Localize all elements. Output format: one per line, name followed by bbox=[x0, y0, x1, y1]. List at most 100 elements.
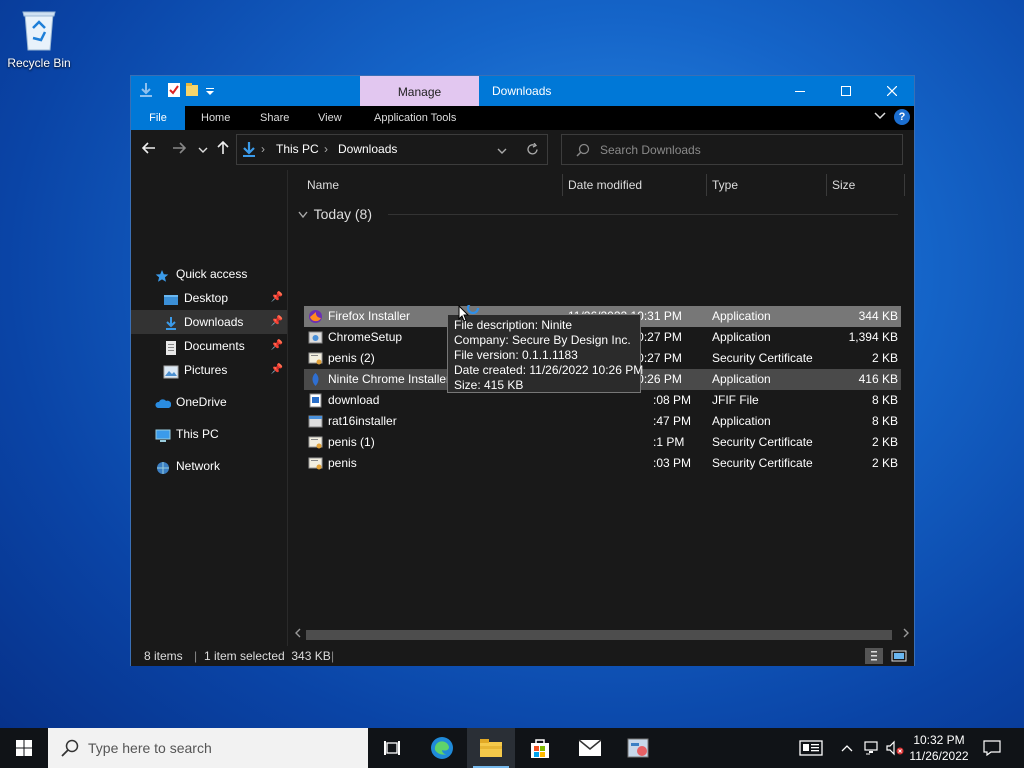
tab-home[interactable]: Home bbox=[189, 106, 242, 130]
nav-network[interactable]: Network bbox=[131, 454, 287, 478]
nav-documents[interactable]: Documents 📌 bbox=[131, 334, 287, 358]
help-button[interactable]: ? bbox=[894, 109, 910, 125]
address-dropdown-icon[interactable] bbox=[497, 145, 507, 159]
minimize-icon bbox=[795, 91, 805, 92]
nav-this-pc[interactable]: This PC bbox=[131, 422, 287, 446]
file-size: 8 KB bbox=[871, 414, 898, 428]
tab-share[interactable]: Share bbox=[248, 106, 301, 130]
column-header-date[interactable]: Date modified bbox=[568, 170, 642, 198]
taskbar-file-explorer[interactable] bbox=[467, 728, 515, 768]
status-bar: 8 items | 1 item selected 343 KB | bbox=[131, 646, 914, 666]
mail-envelope-icon bbox=[578, 739, 602, 756]
taskbar-edge[interactable] bbox=[418, 728, 466, 768]
file-type: Application bbox=[712, 372, 771, 386]
scrollbar-thumb[interactable] bbox=[306, 630, 892, 640]
tab-application-tools[interactable]: Application Tools bbox=[362, 106, 468, 130]
recent-locations-button[interactable] bbox=[193, 140, 213, 160]
search-input[interactable] bbox=[600, 141, 890, 159]
taskbar-store[interactable] bbox=[516, 728, 564, 768]
close-icon bbox=[887, 86, 897, 96]
taskbar-control-panel[interactable] bbox=[614, 728, 662, 768]
pin-icon: 📌 bbox=[270, 316, 283, 327]
nav-label: This PC bbox=[176, 427, 219, 441]
tooltip-company: Company: Secure By Design Inc. bbox=[454, 333, 631, 347]
breadcrumb-separator[interactable]: › bbox=[261, 135, 265, 164]
horizontal-scrollbar[interactable] bbox=[288, 626, 914, 644]
qat-dropdown-icon[interactable] bbox=[203, 82, 217, 98]
action-center-button[interactable] bbox=[978, 728, 1006, 768]
column-divider[interactable] bbox=[904, 174, 905, 196]
file-type: Application bbox=[712, 330, 771, 344]
up-button[interactable] bbox=[213, 140, 233, 160]
selection-info: 1 item selected 343 KB bbox=[204, 649, 331, 663]
task-view-button[interactable] bbox=[368, 728, 416, 768]
file-row-penis-1[interactable]: penis (1) :1 PM Security Certificate 2 K… bbox=[304, 432, 901, 453]
news-widget[interactable] bbox=[796, 728, 826, 768]
nav-quick-access[interactable]: Quick access bbox=[131, 262, 287, 286]
column-header-size[interactable]: Size bbox=[832, 170, 855, 198]
certificate-icon bbox=[308, 435, 323, 450]
file-size: 416 KB bbox=[858, 372, 898, 386]
file-name: rat16installer bbox=[328, 414, 397, 428]
documents-folder-icon bbox=[163, 339, 179, 355]
breadcrumb-downloads[interactable]: Downloads bbox=[338, 135, 397, 164]
properties-icon[interactable] bbox=[167, 82, 181, 98]
title-bar[interactable]: Manage Downloads bbox=[131, 76, 914, 106]
nav-downloads[interactable]: Downloads 📌 bbox=[131, 310, 287, 334]
address-bar[interactable]: › This PC › Downloads bbox=[236, 134, 548, 165]
column-divider[interactable] bbox=[826, 174, 827, 196]
taskbar-clock[interactable]: 10:32 PM 11/26/2022 bbox=[906, 732, 972, 764]
scroll-right-icon[interactable] bbox=[902, 628, 910, 641]
column-header-type[interactable]: Type bbox=[712, 170, 738, 198]
tab-file[interactable]: File bbox=[131, 106, 185, 130]
refresh-icon[interactable] bbox=[526, 142, 539, 159]
file-type: Application bbox=[712, 414, 771, 428]
tab-view[interactable]: View bbox=[306, 106, 354, 130]
volume-status[interactable] bbox=[884, 728, 906, 768]
scroll-left-icon[interactable] bbox=[294, 628, 302, 641]
close-button[interactable] bbox=[869, 76, 915, 106]
details-view-button[interactable] bbox=[865, 648, 883, 664]
expand-ribbon-icon[interactable] bbox=[874, 110, 886, 124]
breadcrumb-separator[interactable]: › bbox=[324, 135, 328, 164]
start-button[interactable] bbox=[0, 728, 48, 768]
column-header-name[interactable]: Name bbox=[307, 170, 339, 198]
file-size: 8 KB bbox=[871, 393, 898, 407]
network-status[interactable] bbox=[860, 728, 882, 768]
taskbar-mail[interactable] bbox=[566, 728, 614, 768]
new-folder-icon[interactable] bbox=[185, 82, 199, 98]
breadcrumb-this-pc[interactable]: This PC bbox=[276, 135, 319, 164]
nav-label: Documents bbox=[184, 339, 245, 353]
large-icons-view-icon bbox=[891, 650, 907, 662]
manage-context-tab[interactable]: Manage bbox=[360, 76, 479, 106]
file-list: Name Date modified Type Size Today (8) F… bbox=[288, 170, 914, 646]
file-row-penis[interactable]: penis :03 PM Security Certificate 2 KB bbox=[304, 453, 901, 474]
nav-onedrive[interactable]: OneDrive bbox=[131, 390, 287, 414]
nav-desktop[interactable]: Desktop 📌 bbox=[131, 286, 287, 310]
windows-logo-icon bbox=[16, 740, 32, 756]
forward-button[interactable] bbox=[169, 140, 189, 160]
status-separator: | bbox=[194, 649, 198, 663]
group-divider bbox=[388, 214, 898, 215]
maximize-button[interactable] bbox=[823, 76, 869, 106]
taskbar-search-input[interactable] bbox=[88, 738, 358, 758]
nav-label: Downloads bbox=[184, 315, 244, 329]
pin-icon: 📌 bbox=[270, 364, 283, 375]
ninite-app-icon bbox=[308, 372, 323, 387]
file-row-download[interactable]: download :08 PM JFIF File 8 KB bbox=[304, 390, 901, 411]
file-row-rat16installer[interactable]: rat16installer :47 PM Application 8 KB bbox=[304, 411, 901, 432]
collapse-group-icon[interactable] bbox=[298, 202, 310, 226]
back-button[interactable] bbox=[139, 140, 159, 160]
group-header-today[interactable]: Today (8) bbox=[298, 202, 372, 226]
downloads-folder-icon bbox=[163, 315, 179, 330]
column-divider[interactable] bbox=[706, 174, 707, 196]
nav-pictures[interactable]: Pictures 📌 bbox=[131, 358, 287, 382]
minimize-button[interactable] bbox=[777, 76, 823, 106]
large-icons-view-button[interactable] bbox=[890, 648, 908, 664]
recycle-bin-shortcut[interactable]: Recycle Bin bbox=[6, 8, 72, 70]
file-size: 2 KB bbox=[871, 435, 898, 449]
taskbar-search[interactable] bbox=[48, 728, 368, 768]
column-divider[interactable] bbox=[562, 174, 563, 196]
show-hidden-icons-button[interactable] bbox=[838, 728, 856, 768]
search-box[interactable] bbox=[561, 134, 903, 165]
